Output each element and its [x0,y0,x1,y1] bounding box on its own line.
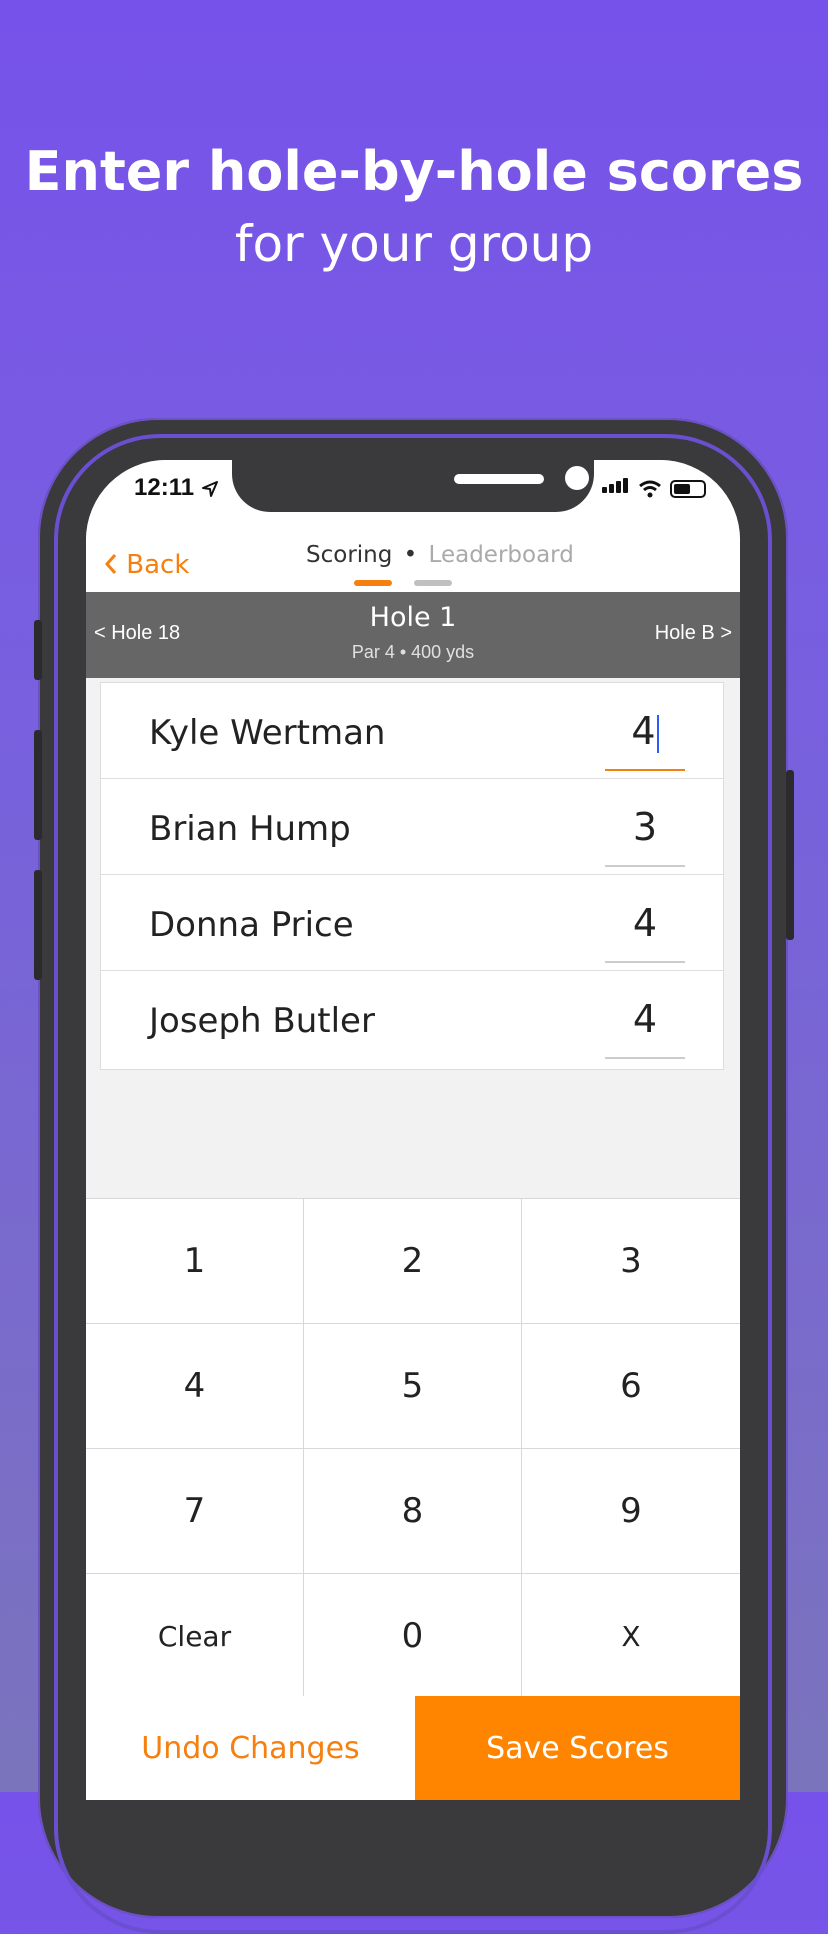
phone-screen: 12:11 Back Scoring • Leaderboard < Hole … [86,460,740,1800]
tab-separator: • [403,542,418,568]
tab-bar: Scoring • Leaderboard [306,542,574,568]
key-1[interactable]: 1 [86,1199,304,1324]
headline-line-2: for your group [234,215,594,273]
hole-subtitle: Par 4 • 400 yds [351,642,475,662]
key-2[interactable]: 2 [304,1199,522,1324]
tab-indicator-active [354,580,392,586]
power-button [786,770,794,940]
score-underline [605,865,685,867]
status-time-text: 12:11 [134,474,195,501]
speaker-grille [454,474,544,484]
key-0[interactable]: 0 [304,1574,522,1699]
player-name: Brian Hump [149,809,351,849]
tab-leaderboard[interactable]: Leaderboard [429,542,574,568]
score-underline [605,961,685,963]
wifi-icon [639,480,661,498]
key-8[interactable]: 8 [304,1449,522,1574]
volume-up-button [34,730,42,840]
player-row[interactable]: Joseph Butler 4 [100,970,724,1070]
key-5[interactable]: 5 [304,1324,522,1449]
undo-changes-button[interactable]: Undo Changes [86,1696,415,1800]
headline-line-1: Enter hole-by-hole scores [24,140,804,203]
score-input[interactable]: 4 [605,901,685,945]
score-input[interactable]: 4 [605,997,685,1041]
text-cursor [656,714,659,753]
action-bar: Undo Changes Save Scores [86,1696,740,1800]
player-name: Joseph Butler [149,1001,375,1041]
key-7[interactable]: 7 [86,1449,304,1574]
key-delete[interactable]: X [522,1574,740,1699]
key-9[interactable]: 9 [522,1449,740,1574]
back-label: Back [126,550,190,580]
location-arrow-icon [201,480,218,497]
front-camera [565,466,589,490]
player-name: Donna Price [149,905,354,945]
player-row[interactable]: Brian Hump 3 [100,778,724,878]
key-6[interactable]: 6 [522,1324,740,1449]
tab-scoring-label: Scoring [306,542,393,568]
nav-bar: Back Scoring • Leaderboard [86,530,740,592]
key-clear[interactable]: Clear [86,1574,304,1699]
status-time: 12:11 [134,474,219,502]
player-row[interactable]: Kyle Wertman 4 [100,682,724,782]
tab-scoring[interactable]: Scoring [306,542,400,568]
score-input[interactable]: 3 [605,805,685,849]
score-input[interactable]: 4 [605,709,685,753]
phone-notch [232,460,594,512]
mute-switch [34,620,42,680]
player-row[interactable]: Donna Price 4 [100,874,724,974]
score-value: 4 [631,709,656,753]
key-3[interactable]: 3 [522,1199,740,1324]
chevron-left-icon [104,554,117,574]
hole-title: Hole 1 [369,602,457,633]
score-underline [605,1057,685,1059]
next-hole-button[interactable]: Hole B > [655,622,732,645]
number-keypad: 1 2 3 4 5 6 7 8 9 Clear 0 X [86,1198,740,1699]
cellular-signal-icon [602,478,630,498]
tab-leaderboard-label: Leaderboard [428,542,574,568]
volume-down-button [34,870,42,980]
battery-icon [670,480,706,498]
key-4[interactable]: 4 [86,1324,304,1449]
promo-headline: Enter hole-by-hole scores for your group [0,140,828,278]
player-name: Kyle Wertman [149,713,386,753]
back-button[interactable]: Back [104,550,189,580]
status-icons [602,478,706,498]
tab-indicator-inactive [414,580,452,586]
hole-header: < Hole 18 Hole 1 Par 4 • 400 yds Hole B … [86,592,740,678]
save-scores-button[interactable]: Save Scores [415,1696,740,1800]
score-underline [605,769,685,771]
